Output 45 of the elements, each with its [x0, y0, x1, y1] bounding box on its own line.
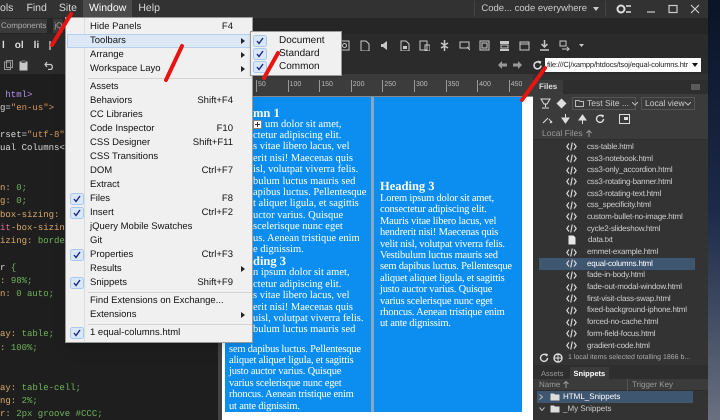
code-line: r: 2px groove #CCC;	[0, 408, 103, 420]
paragraph-line: uctor varius. Quisque	[253, 210, 344, 222]
code-line: ay: table;	[0, 328, 54, 342]
paragraph-line: bulum luctus mauris sed	[253, 324, 356, 336]
code-line: ng: 2%;	[0, 394, 38, 408]
paragraph-line: varius scelerisque nunc eget	[229, 378, 343, 390]
code-line: ual Columns<	[0, 142, 65, 156]
code-line: rset="utf-8"	[0, 128, 65, 142]
paragraph-line: s vitae libero lacus, vel	[253, 141, 351, 153]
paragraph-line: erit nisi! Maecenas quis	[253, 152, 354, 164]
paragraph-line: s vitae libero lacus, vel	[253, 290, 351, 302]
heading: Heading 3	[380, 178, 436, 193]
paragraph-line: isl, volutpat viverra felis.	[253, 164, 360, 176]
paragraph: Lorem ipsum dolor sit amet, consectetur adipiscing elit. Mauris vitae libero lacus, vel hendrerit nisi! Maecenas quis velit nisl, volutpat viverra felis. Vestibulum luctus mauris sed sem dapibus luctus. Pellentesque aliquet aliquet ligula, et sagittis justo auctor varius. Quisque varius scelerisque nunc eget rhoncus. Aenean tristique enim ut ante dignissim.	[380, 192, 513, 330]
code-line: izing: borde	[0, 235, 65, 248]
paragraph-line: apibus luctus. Pellentesque	[253, 187, 368, 198]
paragraph-line: bulum luctus mauris sed	[253, 176, 356, 187]
code-line: n: 0 auto;	[0, 288, 54, 302]
paragraph-line: ctetur adipiscing elit.	[253, 278, 342, 290]
paragraph-line: erit nisi! Maecenas quis	[253, 302, 354, 313]
paragraph-line: aliquet aliquet ligula, et sagittis	[229, 355, 355, 366]
code-line: : 100%;	[0, 342, 38, 355]
heading: mn 1	[253, 106, 281, 119]
paragraph-line: ut ante dignissim.	[229, 400, 301, 412]
code-line: r {	[0, 262, 16, 275]
paragraph-line: ctetur adipiscing elit.	[253, 130, 342, 142]
paragraph-line: um dolor sit amet,	[265, 118, 342, 130]
paragraph-line: t aliquet ligula, et sagittis	[253, 198, 360, 210]
paragraph-line: e dignissim.	[253, 244, 305, 256]
code-line: : 98%;	[0, 275, 32, 288]
paragraph-line: n ipsum dolor sit amet,	[253, 267, 351, 279]
code-line: box-sizing:	[0, 208, 60, 222]
paragraph-line: sem dapibus luctus. Pellentesque	[229, 344, 362, 356]
code-line: n: 0;	[0, 182, 28, 196]
paragraph-line: justo auctor varius. Quisque	[229, 366, 342, 378]
paragraph-line: scelerisque nunc eget	[253, 221, 344, 233]
code-line: it-box-sizin	[0, 222, 65, 235]
paragraph-line: uisl, volutpat viverra felis.	[253, 312, 365, 324]
code-line: g="en-us">	[0, 102, 54, 116]
heading: ding 3	[253, 255, 286, 268]
code-line: html>	[4, 89, 32, 102]
paragraph-line: rhoncus. Aenean tristique enim	[229, 389, 355, 401]
code-line: g: 0;	[0, 195, 28, 208]
paragraph-line: us. Aenean tristique enim	[253, 232, 361, 244]
code-line: ay: table-cell;	[0, 382, 82, 395]
